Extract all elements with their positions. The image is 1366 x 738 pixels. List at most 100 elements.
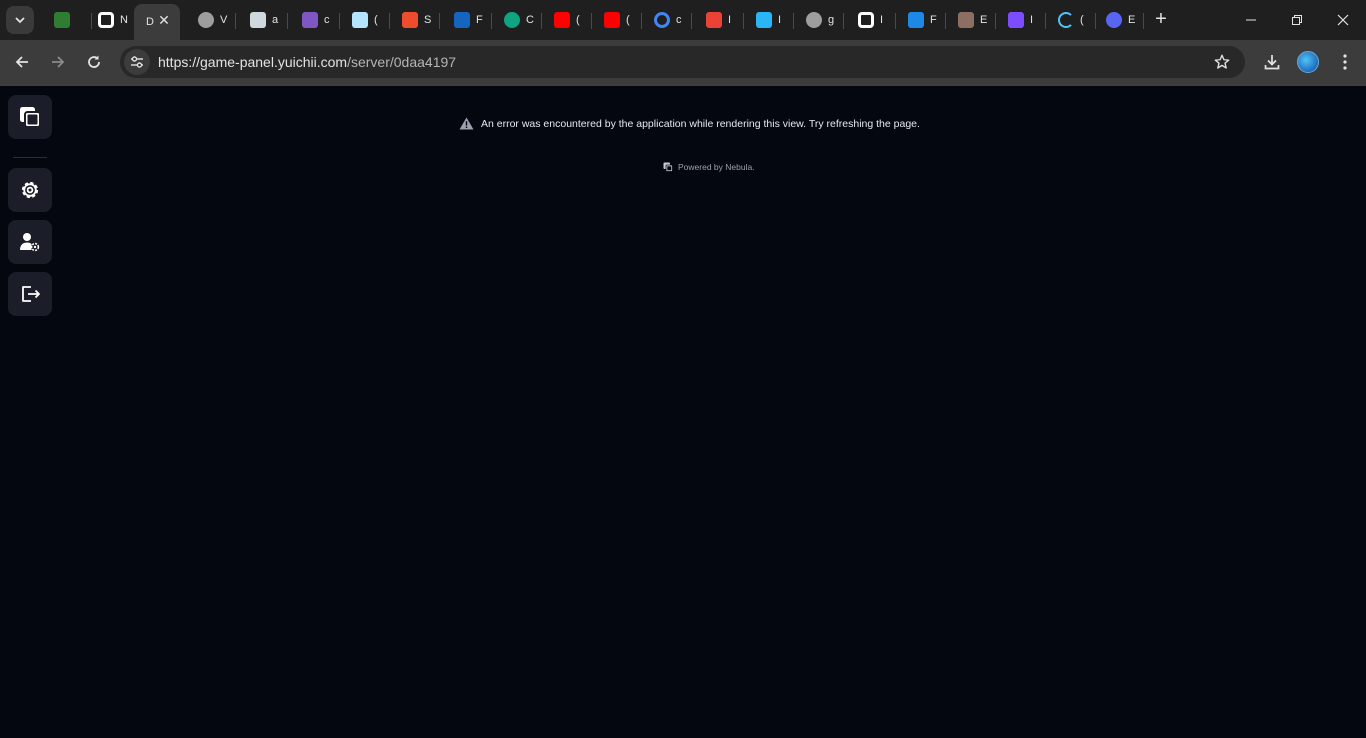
tab-separator	[1143, 13, 1144, 29]
discord-icon	[1106, 12, 1122, 28]
tab-title: S	[424, 14, 432, 26]
powered-by-footer: Powered by Nebula.	[663, 162, 755, 172]
browser-menu-button[interactable]	[1330, 47, 1360, 77]
forward-button[interactable]	[43, 47, 73, 77]
browser-tab[interactable]: I	[996, 6, 1046, 34]
tab-separator	[439, 13, 440, 29]
tab-title: E	[980, 14, 988, 26]
new-tab-button[interactable]: +	[1150, 8, 1172, 30]
sidebar-item-account[interactable]	[8, 220, 52, 264]
paypal-icon	[454, 12, 470, 28]
browser-tab[interactable]: E	[1094, 6, 1144, 34]
profile-avatar[interactable]	[1297, 51, 1319, 73]
arrow-right-icon	[52, 56, 65, 68]
user-settings-icon	[20, 233, 40, 252]
sidebar-item-settings[interactable]	[8, 168, 52, 212]
tab-separator	[843, 13, 844, 29]
browser-tab[interactable]: c	[642, 6, 692, 34]
browser-tab[interactable]: I	[846, 6, 896, 34]
browser-tab[interactable]: (	[1046, 6, 1096, 34]
page-content: An error was encountered by the applicat…	[0, 86, 1366, 738]
tab-title: (	[374, 14, 378, 26]
close-icon	[1337, 14, 1349, 26]
openai-icon	[504, 12, 520, 28]
shopee-icon	[402, 12, 418, 28]
browser-tab[interactable]: (	[340, 6, 390, 34]
tab-title: I	[1030, 14, 1034, 26]
sidebar-item-home[interactable]	[8, 95, 52, 139]
minimize-button[interactable]	[1228, 0, 1274, 40]
sidebar-divider	[13, 157, 47, 158]
more-vert-icon	[1343, 54, 1347, 70]
tab-title: V	[220, 14, 228, 26]
browser-tab[interactable]: F	[896, 6, 946, 34]
gmail-icon	[706, 12, 722, 28]
site-info-button[interactable]	[124, 49, 150, 75]
browser-tab[interactable]: E	[946, 6, 996, 34]
tab-title: (	[626, 14, 630, 26]
bookmark-button[interactable]	[1213, 53, 1231, 76]
download-icon	[1264, 55, 1280, 70]
close-tab-icon[interactable]: ✕	[156, 12, 172, 28]
tab-title: I	[880, 14, 884, 26]
browser-tab[interactable]: I	[744, 6, 794, 34]
browser-tab[interactable]: g	[794, 6, 844, 34]
browser-tab[interactable]: I	[694, 6, 744, 34]
tab-separator	[691, 13, 692, 29]
youtube-icon	[554, 12, 570, 28]
tab-title: E	[1128, 14, 1136, 26]
avatar-icon	[250, 12, 266, 28]
tab-search-button[interactable]	[6, 6, 34, 34]
url-text[interactable]: https://game-panel.yuichii.com/server/0d…	[158, 54, 456, 70]
tab-title: I	[728, 14, 732, 26]
restore-button[interactable]	[1274, 0, 1320, 40]
tab-title: (	[576, 14, 580, 26]
google-icon	[654, 12, 670, 28]
warning-icon	[459, 117, 474, 130]
tune-icon	[131, 56, 143, 68]
sidebar	[0, 86, 60, 738]
tab-title: c	[676, 14, 682, 26]
cube-icon	[352, 12, 368, 28]
browser-tab[interactable]: N	[86, 6, 136, 34]
tab-title: N	[120, 14, 128, 26]
nebula-icon	[858, 12, 874, 28]
browser-tab[interactable]: (	[542, 6, 592, 34]
leaf-icon	[54, 12, 70, 28]
sidebar-item-logout[interactable]	[8, 272, 52, 316]
nebula-logo-icon	[20, 107, 41, 128]
gear-icon	[21, 181, 39, 199]
address-bar[interactable]: https://game-panel.yuichii.com/server/0d…	[120, 46, 1245, 78]
browser-tab[interactable]	[42, 6, 92, 34]
globe-icon	[198, 12, 214, 28]
powered-by-text: Powered by Nebula.	[678, 162, 755, 172]
browser-tab[interactable]: C	[492, 6, 542, 34]
character-icon	[958, 12, 974, 28]
browser-toolbar: https://game-panel.yuichii.com/server/0d…	[0, 40, 1366, 86]
browser-tab[interactable]: D ✕	[134, 4, 180, 40]
chevron-down-icon	[15, 17, 25, 24]
browser-tab[interactable]: F	[442, 6, 492, 34]
tab-separator	[287, 13, 288, 29]
browser-tab[interactable]: a	[238, 6, 288, 34]
loading-icon	[1058, 12, 1074, 28]
tab-strip: N D ✕ Va c (S F C ((c I Ig I F E I (E +	[0, 0, 1366, 40]
browser-tab[interactable]: V	[186, 6, 236, 34]
back-button[interactable]	[7, 47, 37, 77]
tab-title: D	[146, 16, 154, 28]
restore-icon	[1292, 15, 1302, 25]
downloads-button[interactable]	[1257, 47, 1287, 77]
url-host: https://game-panel.yuichii.com	[158, 54, 348, 70]
browser-tab[interactable]: (	[592, 6, 642, 34]
error-message: An error was encountered by the applicat…	[459, 117, 920, 130]
browser-tab[interactable]: S	[390, 6, 440, 34]
tab-title: F	[930, 14, 937, 26]
reload-button[interactable]	[79, 47, 109, 77]
browser-tab[interactable]: c	[290, 6, 340, 34]
a-logo-icon	[302, 12, 318, 28]
nebula-small-icon	[663, 162, 673, 172]
nebula-icon	[98, 12, 114, 28]
close-window-button[interactable]	[1320, 0, 1366, 40]
url-path: /server/0daa4197	[347, 54, 457, 70]
reload-icon	[88, 55, 100, 68]
